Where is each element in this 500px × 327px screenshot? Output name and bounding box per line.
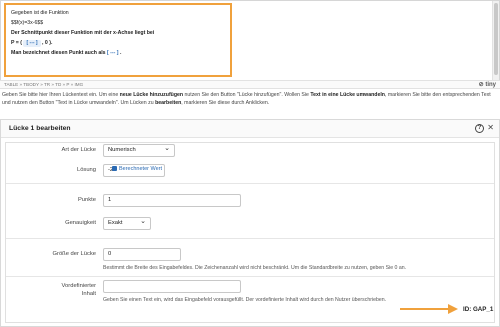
points-input[interactable]: 1 xyxy=(103,194,241,207)
editor-line-3: Der Schnittpunkt dieser Funktion mit der… xyxy=(11,30,155,36)
help-text: Geben Sie bitte hier Ihren Lückentext ei… xyxy=(2,92,498,107)
panel-title: Lücke 1 bearbeiten xyxy=(9,125,71,132)
line5-suffix: . xyxy=(120,50,122,56)
divider xyxy=(6,183,494,184)
rich-text-editor[interactable]: Gegeben ist die Funktion $$f(x)=3x-6$$ D… xyxy=(0,0,500,86)
gap-id-label: ID: GAP_1 xyxy=(463,306,494,313)
predef-label-line-1: Vordefinierter xyxy=(61,283,96,289)
tiny-brand: tiny xyxy=(485,82,496,88)
line5-prefix: Man bezeichnet diesen Punkt auch als xyxy=(11,50,106,56)
question-text-box[interactable]: Gegeben ist die Funktion $$f(x)=3x-6$$ D… xyxy=(4,3,232,77)
help-text-c: nutzen Sie den Button "Lücke hinzufügen"… xyxy=(183,92,311,98)
tiny-logo-icon: ⊘ xyxy=(478,82,484,88)
gap-size-label: Größe der Lücke xyxy=(52,251,97,257)
predefined-content-label: Vordefinierter Inhalt xyxy=(8,282,96,298)
precision-select[interactable]: Exakt xyxy=(103,216,151,230)
help-text-f: bearbeiten xyxy=(155,99,182,106)
scrollbar-thumb[interactable] xyxy=(494,3,498,75)
precision-label: Genauigkeit xyxy=(65,220,96,226)
divider xyxy=(6,276,494,277)
line4-suffix: , 0 ). xyxy=(42,40,53,46)
gap-size-input[interactable]: 0 xyxy=(103,248,181,261)
divider xyxy=(6,238,494,239)
predef-label-line-2: Inhalt xyxy=(81,291,96,297)
panel-body: Art der Lücke Numerisch Lösung -2 Berech… xyxy=(5,142,495,323)
help-text-g: , markieren Sie diese durch Anklicken. xyxy=(181,99,270,106)
calculator-icon xyxy=(112,166,117,172)
gap-type-label: Art der Lücke xyxy=(61,147,96,153)
editor-line-4: P = ( [ --- ] , 0 ). xyxy=(11,38,225,48)
element-path[interactable]: TABLE » TBODY » TR » TD » P » IMG xyxy=(4,82,83,87)
help-text-d: Text in eine Lücke umwandeln xyxy=(310,92,385,98)
help-text-b: neue Lücke hinzuzufügen xyxy=(119,92,184,98)
tiny-logo: ⊘ tiny xyxy=(479,81,496,88)
solution-label: Lösung xyxy=(76,167,96,173)
gap-placeholder-1[interactable]: [ --- ] xyxy=(23,40,41,47)
gap-placeholder-2[interactable]: [ --- ] xyxy=(107,50,119,56)
arrow-annotation-icon xyxy=(400,304,458,314)
edit-gap-panel: Lücke 1 bearbeiten ? ✕ Art der Lücke Num… xyxy=(0,119,500,327)
editor-scrollbar[interactable] xyxy=(492,1,499,86)
calculated-value-link[interactable]: Berechneter Wert xyxy=(112,166,162,172)
predefined-content-hint: Geben Sie einen Text ein, wird das Einga… xyxy=(103,297,387,303)
editor-line-5: Man bezeichnet diesen Punkt auch als [ -… xyxy=(11,48,225,58)
close-icon[interactable]: ✕ xyxy=(487,123,494,133)
gap-type-select[interactable]: Numerisch xyxy=(103,143,175,157)
help-icon[interactable]: ? xyxy=(475,124,484,133)
predefined-content-input[interactable] xyxy=(103,280,241,293)
gap-size-hint: Bestimmt die Breite des Eingabefeldes. D… xyxy=(103,265,407,271)
help-text-a: Geben Sie bitte hier Ihren Lückentext ei… xyxy=(2,92,120,98)
editor-line-1: Gegeben ist die Funktion xyxy=(11,10,69,16)
points-label: Punkte xyxy=(77,197,96,203)
panel-header: Lücke 1 bearbeiten ? ✕ xyxy=(1,120,499,138)
calc-link-label: Berechneter Wert xyxy=(119,166,163,172)
editor-statusbar: TABLE » TBODY » TR » TD » P » IMG ⊘ tiny xyxy=(0,80,500,89)
line4-prefix: P = ( xyxy=(11,40,23,46)
editor-line-2: $$f(x)=3x-6$$ xyxy=(11,20,44,26)
